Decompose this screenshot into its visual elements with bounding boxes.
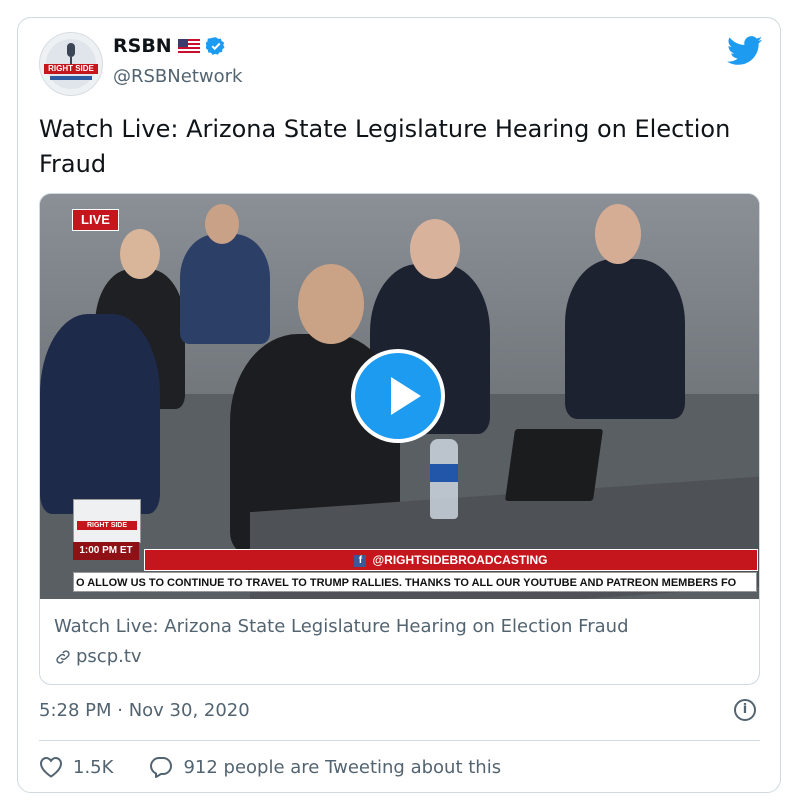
us-flag-icon — [177, 39, 200, 53]
video-person-head — [298, 264, 364, 344]
display-name[interactable]: RSBN — [113, 35, 172, 57]
divider — [39, 740, 760, 741]
broadcast-logo-text: RIGHT SIDE — [77, 521, 137, 530]
verified-badge-icon — [205, 37, 225, 55]
action-bar: 1.5K 912 people are Tweeting about this — [39, 756, 537, 778]
tweet-card: RIGHT SIDE RSBN @RSBNetwork Watch Live: … — [17, 17, 781, 793]
video-person-head — [595, 204, 641, 264]
like-action[interactable]: 1.5K — [39, 756, 113, 778]
tweeting-count-text: 912 people are Tweeting about this — [183, 756, 502, 778]
tweet-timestamp[interactable]: 5:28 PM · Nov 30, 2020 — [39, 700, 250, 721]
link-card-title[interactable]: Watch Live: Arizona State Legislature He… — [54, 616, 629, 637]
avatar[interactable]: RIGHT SIDE — [39, 32, 103, 96]
video-person — [180, 234, 270, 344]
link-card-domain[interactable]: pscp.tv — [54, 646, 142, 667]
reply-bubble-icon — [150, 757, 173, 778]
link-domain-text: pscp.tv — [76, 646, 142, 667]
author-name-row: RSBN — [113, 35, 226, 57]
microphone-icon — [67, 43, 75, 57]
live-badge: LIVE — [72, 209, 119, 231]
video-person — [565, 259, 685, 419]
like-count: 1.5K — [73, 756, 114, 778]
video-person-head — [120, 229, 160, 279]
avatar-logo-text: RIGHT SIDE — [44, 64, 98, 74]
news-ticker: O ALLOW US TO CONTINUE TO TRAVEL TO TRUM… — [73, 572, 757, 592]
author-handle[interactable]: @RSBNetwork — [113, 66, 242, 87]
avatar-stripe — [50, 76, 92, 80]
video-person — [40, 314, 160, 514]
broadcast-time: 1:00 PM ET — [73, 542, 139, 560]
heart-icon — [39, 756, 63, 778]
info-icon[interactable]: i — [734, 699, 756, 721]
twitter-bird-icon[interactable] — [727, 36, 763, 66]
tweeting-action[interactable]: 912 people are Tweeting about this — [149, 756, 501, 778]
media-card[interactable]: LIVE RIGHT SIDE 1:00 PM ET f @RIGHTSIDEBR… — [39, 193, 760, 685]
social-banner: f @RIGHTSIDEBROADCASTING — [144, 549, 758, 571]
water-bottle-label — [430, 464, 458, 482]
play-icon[interactable] — [351, 349, 445, 443]
video-person-head — [410, 219, 460, 279]
social-handle: @RIGHTSIDEBROADCASTING — [372, 553, 548, 567]
broadcast-logo: RIGHT SIDE — [73, 499, 141, 543]
tweet-text: Watch Live: Arizona State Legislature He… — [39, 115, 731, 178]
video-player[interactable]: LIVE RIGHT SIDE 1:00 PM ET f @RIGHTSIDEBR… — [40, 194, 759, 599]
video-person-head — [205, 204, 239, 244]
link-icon — [56, 649, 70, 664]
facebook-icon: f — [354, 554, 367, 567]
laptop — [504, 429, 604, 501]
